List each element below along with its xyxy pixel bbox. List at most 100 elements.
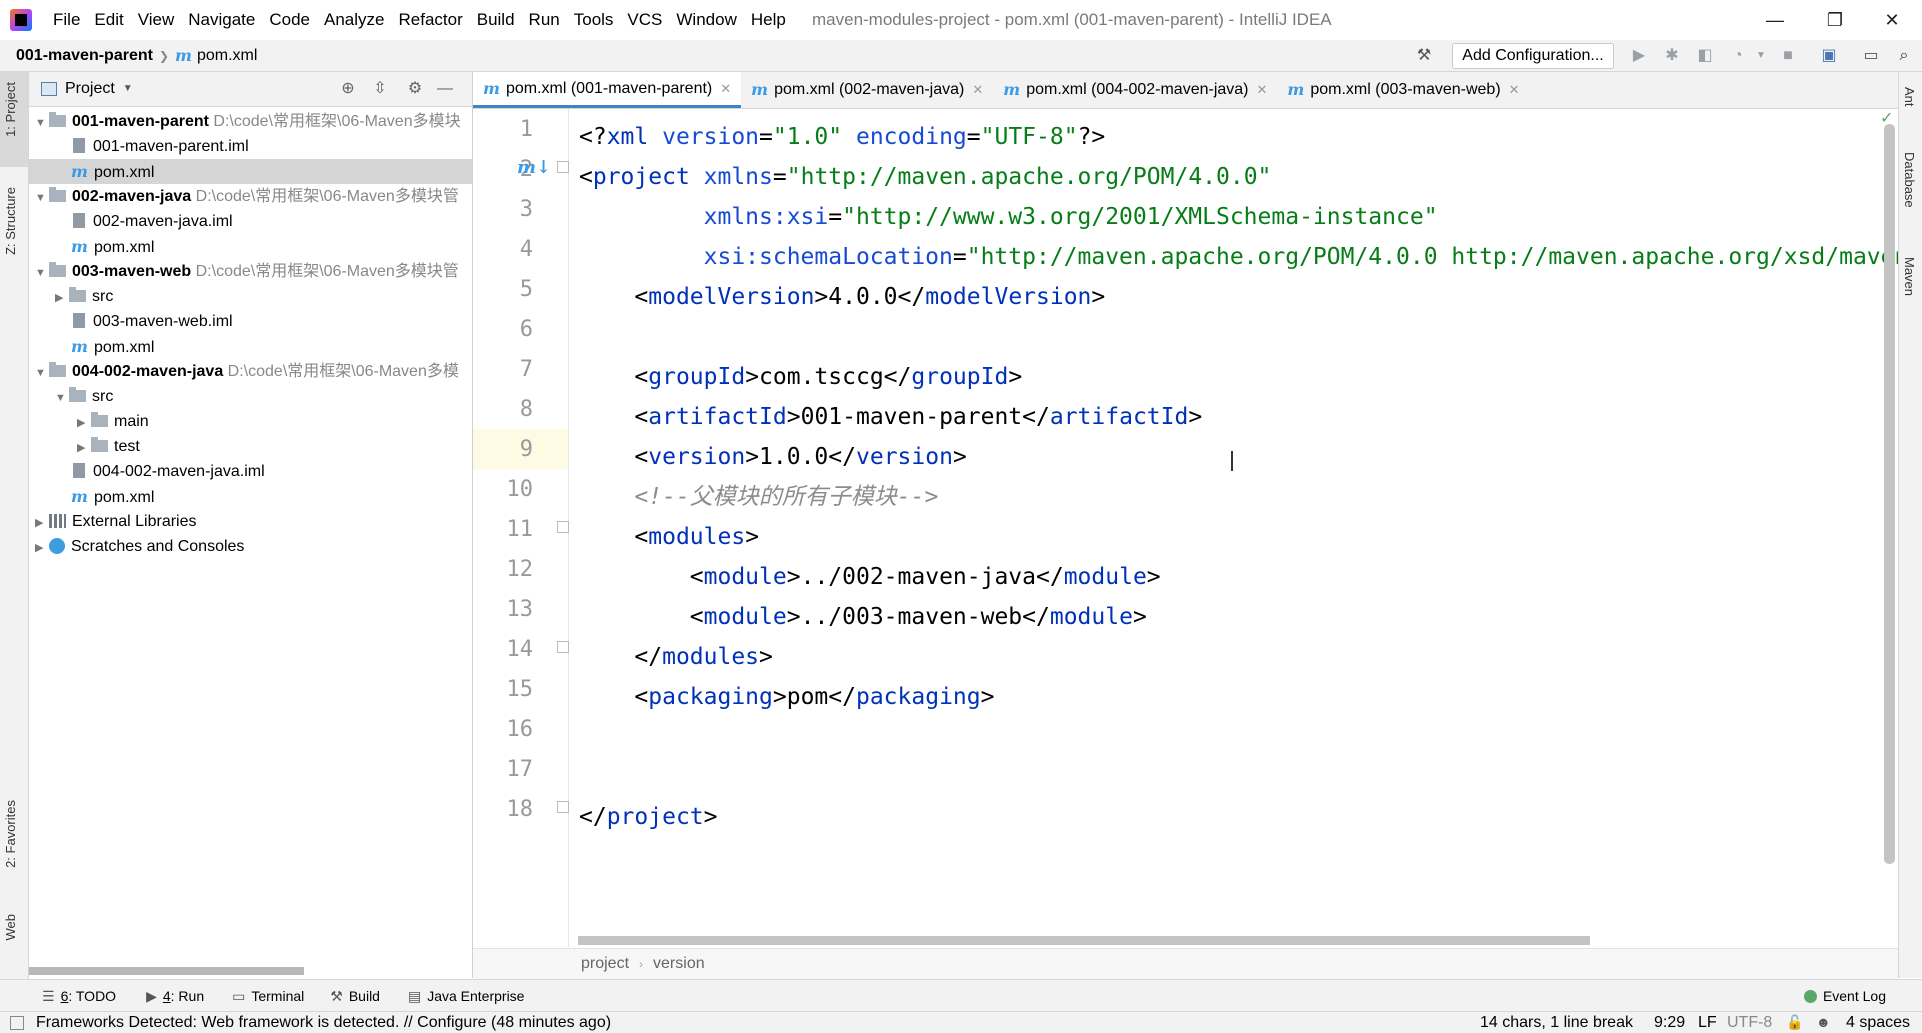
tree-folder-src[interactable]: ▶ src	[29, 284, 472, 309]
project-structure-icon[interactable]: ▣	[1818, 45, 1840, 67]
tree-item-iml[interactable]: 002-maven-java.iml	[29, 209, 472, 234]
inspector-icon[interactable]: ☻	[1816, 1012, 1831, 1033]
menu-run[interactable]: Run	[522, 0, 567, 40]
close-icon[interactable]: ✕	[972, 72, 983, 108]
menu-window[interactable]: Window	[669, 0, 743, 40]
editor-horizontal-scrollbar[interactable]	[578, 936, 1590, 945]
status-caret-position[interactable]: 9:29	[1654, 1012, 1685, 1033]
maven-gutter-icon[interactable]: m↓	[517, 157, 551, 178]
tree-scratches[interactable]: ▶ Scratches and Consoles	[29, 534, 472, 559]
collapsed-arrow-icon[interactable]: ▶	[35, 536, 49, 559]
tree-item-iml[interactable]: 003-maven-web.iml	[29, 309, 472, 334]
tool-event-log[interactable]: Event Log	[1803, 988, 1886, 1004]
expanded-arrow-icon[interactable]: ▼	[35, 186, 49, 209]
lock-icon[interactable]: 🔓	[1786, 1012, 1803, 1033]
coverage-icon[interactable]: ◧	[1694, 45, 1716, 67]
tab-pom-002[interactable]: m pom.xml (002-maven-java) ✕	[741, 72, 993, 108]
tool-terminal[interactable]: ▭ Terminal	[232, 988, 304, 1005]
collapse-all-icon[interactable]: ⇳	[369, 78, 391, 100]
code-editor[interactable]: <?xml version="1.0" encoding="UTF-8"?> <…	[569, 109, 1898, 947]
menu-help[interactable]: Help	[744, 0, 793, 40]
fold-icon[interactable]	[557, 641, 569, 653]
add-configuration-button[interactable]: Add Configuration...	[1452, 43, 1614, 69]
tree-item-pom[interactable]: m pom.xml	[29, 234, 472, 259]
tool-run[interactable]: ▶ 4: Run	[146, 988, 204, 1005]
menu-analyze[interactable]: Analyze	[317, 0, 391, 40]
status-line-separator[interactable]: LF	[1698, 1012, 1717, 1033]
minimize-button[interactable]: —	[1755, 0, 1795, 40]
menu-tools[interactable]: Tools	[567, 0, 621, 40]
status-toggle-icon[interactable]	[10, 1015, 24, 1030]
expanded-arrow-icon[interactable]: ▼	[55, 386, 69, 409]
collapsed-arrow-icon[interactable]: ▶	[55, 286, 69, 309]
fold-icon[interactable]	[557, 161, 569, 173]
restore-button[interactable]: ❐	[1815, 0, 1855, 40]
menu-edit[interactable]: Edit	[87, 0, 130, 40]
tree-module-001[interactable]: ▼ 001-maven-parent D:\code\常用框架\06-Maven多…	[29, 109, 472, 134]
tool-build[interactable]: ⚒ Build	[330, 988, 380, 1005]
tree-folder-src[interactable]: ▼ src	[29, 384, 472, 409]
close-icon[interactable]: ✕	[720, 71, 731, 107]
menu-view[interactable]: View	[131, 0, 182, 40]
collapsed-arrow-icon[interactable]: ▶	[35, 511, 49, 534]
expanded-arrow-icon[interactable]: ▼	[35, 111, 49, 134]
menu-file[interactable]: File	[46, 0, 87, 40]
tool-java-enterprise[interactable]: ▤ Java Enterprise	[408, 988, 525, 1005]
tree-module-004[interactable]: ▼ 004-002-maven-java D:\code\常用框架\06-Mave…	[29, 359, 472, 384]
tool-tab-favorites[interactable]: 2: Favorites	[3, 800, 18, 868]
tree-item-iml[interactable]: 001-maven-parent.iml	[29, 134, 472, 159]
menu-refactor[interactable]: Refactor	[391, 0, 469, 40]
expanded-arrow-icon[interactable]: ▼	[35, 261, 49, 284]
code-breadcrumb-project[interactable]: project	[581, 955, 629, 973]
fold-icon[interactable]	[557, 801, 569, 813]
tool-tab-web[interactable]: Web	[3, 914, 18, 941]
tab-pom-001[interactable]: m pom.xml (001-maven-parent) ✕	[473, 71, 742, 108]
collapsed-arrow-icon[interactable]: ▶	[77, 411, 91, 434]
tree-module-003[interactable]: ▼ 003-maven-web D:\code\常用框架\06-Maven多模块管	[29, 259, 472, 284]
menu-code[interactable]: Code	[262, 0, 317, 40]
tool-tab-project[interactable]: 1: Project	[3, 82, 18, 137]
hide-panel-icon[interactable]: —	[434, 78, 456, 100]
debug-icon[interactable]: ✱	[1661, 45, 1683, 67]
tree-item-pom[interactable]: m pom.xml	[29, 484, 472, 509]
tool-todo[interactable]: ☰ 6: TODO	[42, 988, 116, 1005]
fold-icon[interactable]	[557, 521, 569, 533]
presentation-icon[interactable]: ▭	[1860, 45, 1882, 67]
tree-item-pom-selected[interactable]: m pom.xml	[29, 159, 472, 184]
project-horizontal-scrollbar[interactable]	[29, 967, 304, 975]
collapsed-arrow-icon[interactable]: ▶	[77, 436, 91, 459]
run-icon[interactable]: ▶	[1628, 45, 1650, 67]
close-button[interactable]: ✕	[1872, 0, 1912, 40]
tree-item-pom[interactable]: m pom.xml	[29, 334, 472, 359]
profile-dropdown-icon[interactable]: ▼	[1750, 45, 1772, 67]
tool-tab-database[interactable]: Database	[1902, 152, 1917, 208]
project-view-selector[interactable]: Project ▼	[41, 72, 133, 106]
status-encoding[interactable]: UTF-8	[1727, 1012, 1772, 1033]
search-icon[interactable]: ⌕	[1893, 45, 1915, 67]
status-indent[interactable]: 4 spaces	[1846, 1012, 1910, 1033]
locate-file-icon[interactable]: ⊕	[337, 78, 359, 100]
tree-external-libraries[interactable]: ▶ External Libraries	[29, 509, 472, 534]
tool-tab-maven[interactable]: Maven	[1902, 257, 1917, 296]
tree-module-002[interactable]: ▼ 002-maven-java D:\code\常用框架\06-Maven多模块…	[29, 184, 472, 209]
tab-pom-003[interactable]: m pom.xml (003-maven-web) ✕	[1277, 72, 1529, 108]
tool-tab-structure[interactable]: Z: Structure	[3, 187, 18, 255]
close-icon[interactable]: ✕	[1257, 72, 1268, 108]
tab-pom-004[interactable]: m pom.xml (004-002-maven-java) ✕	[993, 72, 1277, 108]
breadcrumb-file[interactable]: pom.xml	[197, 47, 257, 65]
menu-build[interactable]: Build	[470, 0, 522, 40]
expanded-arrow-icon[interactable]: ▼	[35, 361, 49, 384]
code-breadcrumb-version[interactable]: version	[653, 955, 705, 973]
tool-tab-ant[interactable]: Ant	[1902, 87, 1917, 107]
build-hammer-icon[interactable]: ⚒	[1413, 45, 1435, 67]
editor-vertical-scrollbar[interactable]	[1884, 124, 1895, 864]
gear-icon[interactable]: ⚙	[404, 78, 426, 100]
close-icon[interactable]: ✕	[1509, 72, 1520, 108]
tree-folder-test[interactable]: ▶ test	[29, 434, 472, 459]
stop-icon[interactable]: ■	[1777, 45, 1799, 67]
profile-icon[interactable]: ◔	[1727, 45, 1749, 67]
tree-folder-main[interactable]: ▶ main	[29, 409, 472, 434]
status-message[interactable]: Frameworks Detected: Web framework is de…	[36, 1012, 611, 1033]
menu-navigate[interactable]: Navigate	[181, 0, 262, 40]
breadcrumb-project[interactable]: 001-maven-parent	[16, 47, 153, 65]
